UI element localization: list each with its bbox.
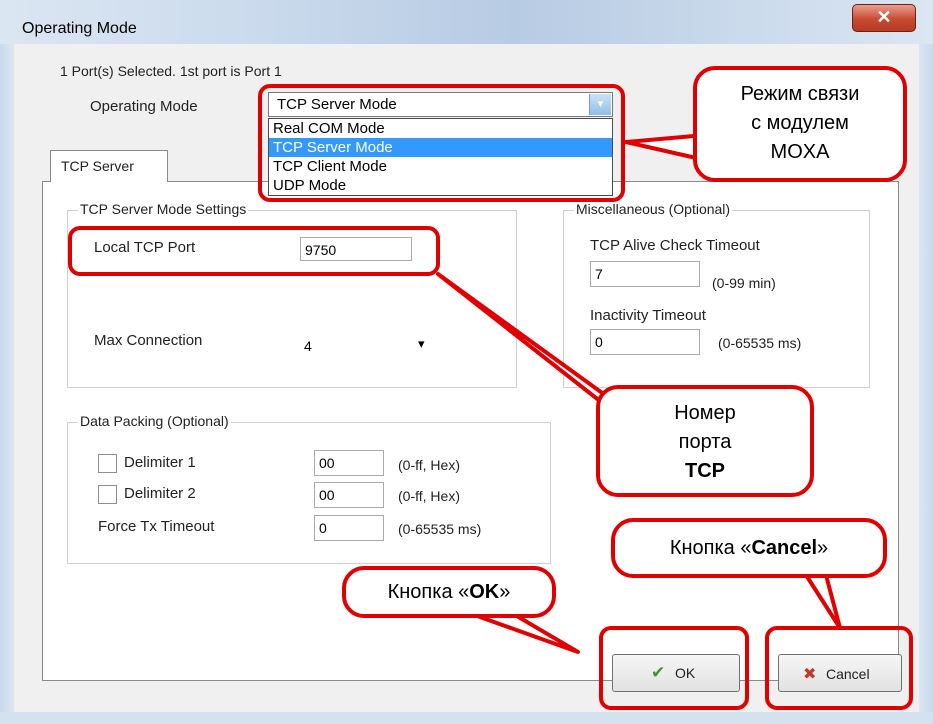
chevron-down-icon: ▾ [418, 336, 425, 351]
group-title: TCP Server Mode Settings [78, 201, 249, 217]
delimiter-2-label: Delimiter 2 [124, 485, 196, 502]
force-tx-timeout-label: Force Tx Timeout [98, 518, 215, 535]
group-title: Data Packing (Optional) [78, 413, 231, 429]
title-bar[interactable]: Operating Mode ✕ [0, 0, 933, 45]
force-tx-timeout-hint: (0-65535 ms) [398, 521, 482, 537]
highlight-operating-mode [258, 84, 625, 202]
data-packing-group: Data Packing (Optional) Delimiter 1 00 (… [67, 413, 551, 564]
max-connection-label: Max Connection [94, 332, 203, 349]
callout-line: TCP [685, 460, 725, 482]
delimiter-1-input[interactable]: 00 [314, 450, 384, 476]
delimiter-2-input[interactable]: 00 [314, 482, 384, 508]
delimiter-2-hint: (0-ff, Hex) [398, 488, 460, 504]
delimiter-1-label: Delimiter 1 [124, 454, 196, 471]
callout-line: Режим связи [740, 83, 860, 105]
window-frame-right [919, 44, 933, 724]
alive-check-hint: (0-99 min) [712, 275, 776, 291]
close-icon: ✕ [876, 7, 892, 27]
callout-line: Номер [674, 402, 736, 424]
highlight-ok-button [599, 626, 749, 710]
delimiter-1-checkbox[interactable] [98, 454, 117, 473]
delimiter-1-hint: (0-ff, Hex) [398, 457, 460, 473]
highlight-cancel-button [765, 626, 913, 710]
callout-text-bold: Cancel [751, 537, 818, 559]
highlight-local-tcp-port [68, 226, 440, 276]
port-selection-text: 1 Port(s) Selected. 1st port is Port 1 [60, 63, 282, 79]
callout-text: » [499, 581, 511, 603]
callout-line: MOXA [770, 141, 830, 163]
inactivity-timeout-label: Inactivity Timeout [590, 307, 706, 324]
miscellaneous-group: Miscellaneous (Optional) TCP Alive Check… [563, 201, 870, 388]
window-frame-left [0, 44, 14, 724]
group-title: Miscellaneous (Optional) [574, 201, 733, 217]
callout-tcp-port: Номер порта TCP [596, 385, 814, 497]
callout-text: Кнопка « [669, 537, 752, 559]
callout-operating-mode: Режим связи с модулем MOXA [693, 66, 907, 182]
inactivity-timeout-input[interactable]: 0 [590, 329, 700, 355]
callout-text-bold: OK [469, 581, 500, 603]
max-connection-select[interactable]: 4 ▾ [300, 332, 444, 358]
callout-line: порта [678, 431, 732, 453]
callout-text: Кнопка « [387, 581, 470, 603]
operating-mode-label: Operating Mode [90, 98, 198, 115]
callout-text: » [817, 537, 829, 559]
window-frame-bottom [0, 712, 933, 724]
inactivity-timeout-hint: (0-65535 ms) [718, 335, 802, 351]
delimiter-2-checkbox[interactable] [98, 485, 117, 504]
close-button[interactable]: ✕ [852, 4, 916, 32]
tab-label: TCP Server [61, 158, 134, 174]
alive-check-label: TCP Alive Check Timeout [590, 237, 760, 254]
alive-check-input[interactable]: 7 [590, 261, 700, 287]
force-tx-timeout-input[interactable]: 0 [314, 515, 384, 541]
callout-cancel-button: Кнопка «Cancel» [611, 518, 887, 578]
callout-ok-button: Кнопка «OK» [342, 566, 556, 618]
callout-line: с модулем [751, 112, 849, 134]
tab-tcp-server[interactable]: TCP Server [50, 150, 168, 182]
window-title: Operating Mode [22, 20, 137, 37]
max-connection-value: 4 [304, 338, 312, 354]
